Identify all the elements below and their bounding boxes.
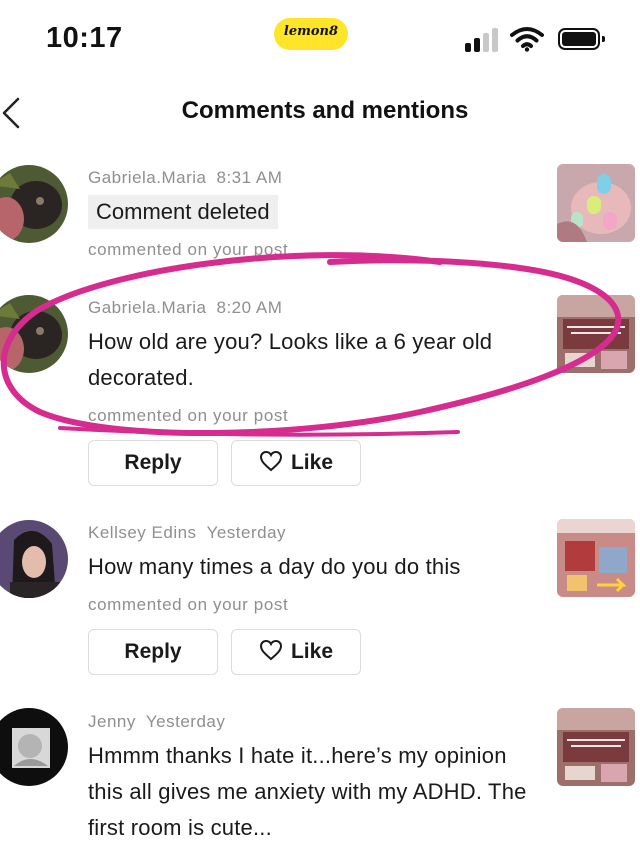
reply-button-label: Reply: [124, 640, 182, 663]
status-bar: 10:17 lemon8: [0, 0, 640, 80]
post-thumbnail[interactable]: [557, 519, 635, 597]
comment-meta: Kellsey Edins Yesterday: [88, 523, 286, 543]
comment-time: Yesterday: [145, 712, 226, 731]
comment-meta: Gabriela.Maria 8:31 AM: [88, 168, 282, 188]
battery-icon: [558, 28, 605, 50]
post-thumbnail[interactable]: [557, 164, 635, 242]
comment-text: Hmmm thanks I hate it...here’s my opinio…: [88, 743, 527, 840]
wifi-icon: [510, 27, 544, 52]
comment-deleted-label: Comment deleted: [88, 195, 278, 229]
cellular-signal-icon: [465, 28, 503, 52]
reply-button[interactable]: Reply: [88, 629, 218, 675]
comment-meta: Gabriela.Maria 8:20 AM: [88, 298, 282, 318]
comment-subtitle: commented on your post: [88, 240, 289, 259]
like-button[interactable]: Like: [231, 629, 361, 675]
comment-time: 8:20 AM: [216, 298, 283, 317]
comment-author[interactable]: Jenny: [88, 712, 136, 731]
like-button-label: Like: [290, 451, 334, 474]
like-button[interactable]: Like: [231, 440, 361, 486]
heart-icon: [259, 450, 282, 472]
comment-subtitle: commented on your post: [88, 595, 289, 614]
comment-time: 8:31 AM: [216, 168, 283, 187]
reply-button[interactable]: Reply: [88, 440, 218, 486]
brand-logo-text: lemon8: [283, 24, 339, 39]
heart-icon: [259, 639, 282, 661]
avatar[interactable]: [0, 165, 68, 243]
comment-meta: Jenny Yesterday: [88, 712, 225, 732]
post-thumbnail[interactable]: [557, 295, 635, 373]
avatar[interactable]: [0, 520, 68, 598]
page-title: Comments and mentions: [181, 97, 469, 124]
comment-author[interactable]: Kellsey Edins: [88, 523, 197, 542]
comment-author[interactable]: Gabriela.Maria: [88, 168, 207, 187]
reply-button-label: Reply: [124, 451, 182, 474]
status-time: 10:17: [46, 22, 123, 54]
brand-logo: lemon8: [274, 18, 348, 50]
comment-text: How many times a day do you do this: [88, 554, 461, 579]
comment-time: Yesterday: [206, 523, 287, 542]
comment-text: How old are you? Looks like a 6 year old…: [88, 329, 493, 390]
comment-author[interactable]: Gabriela.Maria: [88, 298, 207, 317]
like-button-label: Like: [290, 640, 334, 663]
avatar[interactable]: [0, 708, 68, 786]
comment-subtitle: commented on your post: [88, 406, 289, 425]
post-thumbnail[interactable]: [557, 708, 635, 786]
avatar[interactable]: [0, 295, 68, 373]
